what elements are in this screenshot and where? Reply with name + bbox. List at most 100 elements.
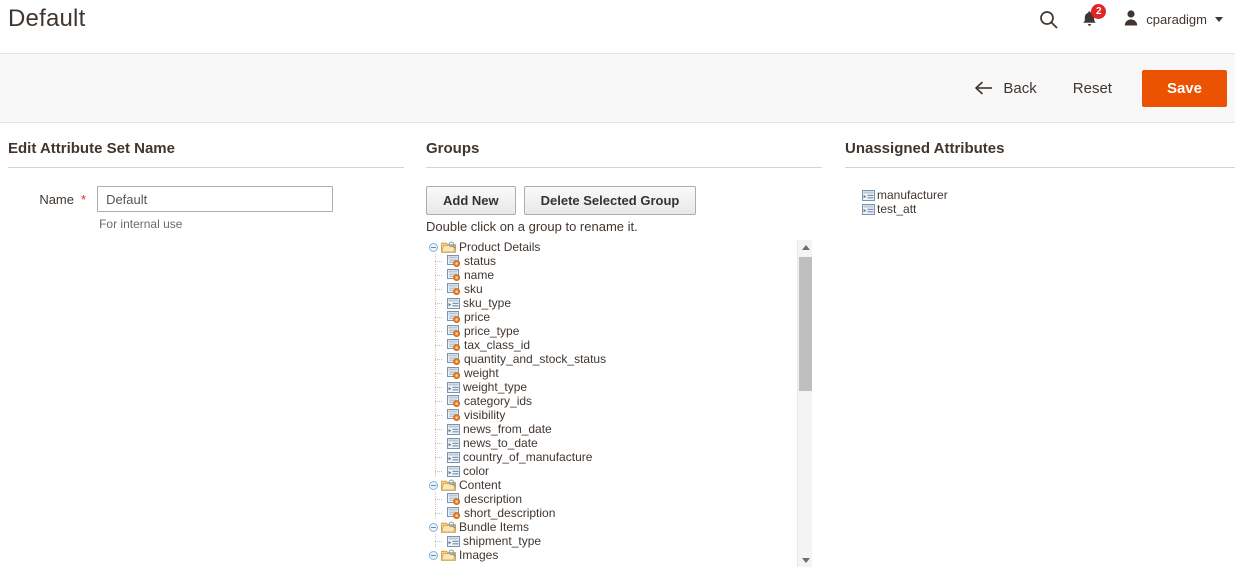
- tree-row-label: category_ids: [464, 394, 532, 408]
- name-field-note: For internal use: [99, 217, 333, 231]
- system-attribute-icon: [447, 283, 463, 295]
- tree-row-label: visibility: [464, 408, 505, 422]
- tree-row-label: color: [463, 464, 489, 478]
- groups-tree-scrollbar[interactable]: [797, 240, 812, 567]
- tree-attribute-row[interactable]: name: [426, 268, 798, 282]
- system-attribute-icon: [447, 325, 463, 337]
- tree-attribute-row[interactable]: category_ids: [426, 394, 798, 408]
- tree-group-row[interactable]: Content: [426, 478, 798, 492]
- name-field-label: Name: [8, 186, 74, 207]
- attribute-icon: [447, 298, 462, 309]
- unassigned-attribute-label: manufacturer: [877, 188, 948, 202]
- folder-icon: [441, 479, 458, 491]
- tree-row-label: country_of_manufacture: [463, 450, 592, 464]
- scroll-up-arrow-icon[interactable]: [798, 240, 813, 254]
- tree-row-label: status: [464, 254, 496, 268]
- system-attribute-icon: [447, 353, 463, 365]
- tree-row-label: Bundle Items: [459, 520, 529, 534]
- header-actions: 2 cparadigm: [1030, 5, 1229, 33]
- attribute-icon: [862, 204, 877, 215]
- unassigned-attribute-label: test_att: [877, 202, 916, 216]
- folder-icon: [441, 521, 458, 533]
- tree-attribute-row[interactable]: status: [426, 254, 798, 268]
- page-header: Default 2: [0, 0, 1235, 53]
- section-title-edit-attribute-set-name: Edit Attribute Set Name: [8, 140, 404, 168]
- unassigned-attribute-item[interactable]: manufacturer: [862, 188, 1235, 202]
- user-name: cparadigm: [1146, 12, 1207, 27]
- tree-collapse-toggle-icon[interactable]: [429, 551, 438, 560]
- unassigned-attributes-section: Unassigned Attributes manufacturertest_a…: [845, 140, 1235, 216]
- delete-selected-group-button[interactable]: Delete Selected Group: [524, 186, 697, 215]
- attribute-icon: [862, 190, 877, 201]
- page-actions-toolbar: Back Reset Save: [0, 53, 1235, 123]
- scroll-down-arrow-icon[interactable]: [798, 553, 813, 567]
- system-attribute-icon: [447, 367, 463, 379]
- user-menu[interactable]: cparadigm: [1111, 9, 1229, 29]
- group-buttons: Add New Delete Selected Group: [426, 186, 822, 215]
- tree-collapse-toggle-icon[interactable]: [429, 243, 438, 252]
- tree-row-label: price_type: [464, 324, 519, 338]
- tree-attribute-row[interactable]: shipment_type: [426, 534, 798, 548]
- tree-group-row[interactable]: Bundle Items: [426, 520, 798, 534]
- tree-collapse-toggle-icon[interactable]: [429, 523, 438, 532]
- unassigned-attribute-item[interactable]: test_att: [862, 202, 1235, 216]
- tree-row-label: name: [464, 268, 494, 282]
- search-button[interactable]: [1030, 5, 1067, 33]
- tree-attribute-row[interactable]: short_description: [426, 506, 798, 520]
- tree-row-label: Product Details: [459, 240, 540, 254]
- groups-tree: Product Detailsstatusnameskusku_typepric…: [426, 240, 798, 562]
- notifications-button[interactable]: 2: [1067, 5, 1111, 33]
- tree-row-label: Content: [459, 478, 501, 492]
- tree-row-label: short_description: [464, 506, 555, 520]
- name-field-control: For internal use: [97, 186, 333, 231]
- system-attribute-icon: [447, 493, 463, 505]
- tree-attribute-row[interactable]: weight: [426, 366, 798, 380]
- user-avatar-icon: [1123, 9, 1139, 29]
- tree-attribute-row[interactable]: color: [426, 464, 798, 478]
- attribute-icon: [447, 452, 462, 463]
- tree-attribute-row[interactable]: sku: [426, 282, 798, 296]
- system-attribute-icon: [447, 507, 463, 519]
- tree-attribute-row[interactable]: description: [426, 492, 798, 506]
- tree-attribute-row[interactable]: country_of_manufacture: [426, 450, 798, 464]
- tree-row-label: sku_type: [463, 296, 511, 310]
- tree-row-label: sku: [464, 282, 483, 296]
- tree-row-label: quantity_and_stock_status: [464, 352, 606, 366]
- attribute-icon: [447, 382, 462, 393]
- tree-attribute-row[interactable]: news_from_date: [426, 422, 798, 436]
- tree-row-label: shipment_type: [463, 534, 541, 548]
- chevron-down-icon: [1215, 17, 1223, 22]
- name-field-row: Name * For internal use: [8, 186, 404, 231]
- tree-group-row[interactable]: Product Details: [426, 240, 798, 254]
- groups-rename-hint: Double click on a group to rename it.: [426, 219, 822, 234]
- scrollbar-thumb[interactable]: [799, 257, 812, 391]
- tree-attribute-row[interactable]: news_to_date: [426, 436, 798, 450]
- tree-attribute-row[interactable]: visibility: [426, 408, 798, 422]
- attribute-icon: [447, 438, 462, 449]
- name-input[interactable]: [97, 186, 333, 212]
- back-button[interactable]: Back: [966, 80, 1054, 97]
- add-new-group-button[interactable]: Add New: [426, 186, 516, 215]
- arrow-left-icon: [974, 81, 994, 95]
- tree-row-label: news_to_date: [463, 436, 538, 450]
- tree-row-label: description: [464, 492, 522, 506]
- page-title: Default: [8, 5, 85, 33]
- groups-section: Groups Add New Delete Selected Group Dou…: [426, 140, 822, 567]
- tree-attribute-row[interactable]: weight_type: [426, 380, 798, 394]
- tree-group-row[interactable]: Images: [426, 548, 798, 562]
- search-icon: [1039, 10, 1058, 29]
- tree-attribute-row[interactable]: quantity_and_stock_status: [426, 352, 798, 366]
- tree-attribute-row[interactable]: price: [426, 310, 798, 324]
- system-attribute-icon: [447, 339, 463, 351]
- reset-button[interactable]: Reset: [1055, 80, 1130, 97]
- tree-attribute-row[interactable]: tax_class_id: [426, 338, 798, 352]
- tree-collapse-toggle-icon[interactable]: [429, 481, 438, 490]
- tree-row-label: news_from_date: [463, 422, 552, 436]
- tree-attribute-row[interactable]: price_type: [426, 324, 798, 338]
- back-button-label: Back: [1003, 80, 1036, 97]
- system-attribute-icon: [447, 409, 463, 421]
- folder-icon: [441, 549, 458, 561]
- tree-attribute-row[interactable]: sku_type: [426, 296, 798, 310]
- save-button[interactable]: Save: [1142, 70, 1227, 107]
- bell-icon: 2: [1076, 7, 1102, 31]
